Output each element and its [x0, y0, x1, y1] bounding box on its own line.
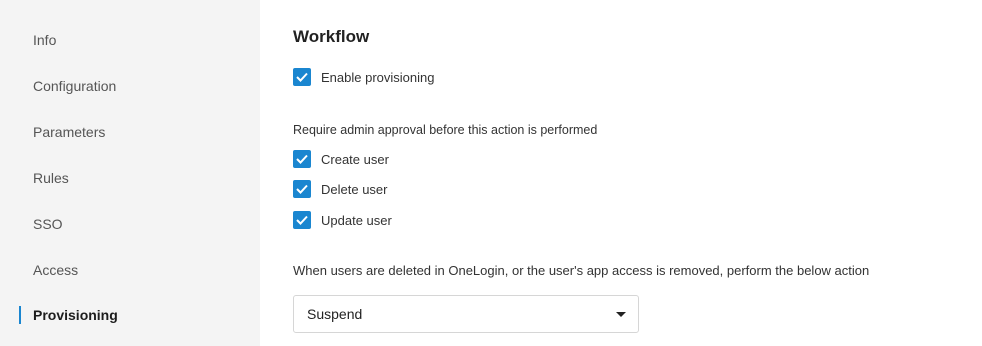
delete-user-checkbox[interactable]: Delete user: [293, 179, 387, 199]
sidebar-item-parameters[interactable]: Parameters: [33, 124, 105, 140]
checkbox-label: Update user: [321, 212, 392, 228]
sidebar: Info Configuration Parameters Rules SSO …: [0, 0, 260, 346]
update-user-checkbox[interactable]: Update user: [293, 210, 392, 230]
sidebar-item-access[interactable]: Access: [33, 262, 78, 278]
sidebar-item-info[interactable]: Info: [33, 32, 56, 48]
sidebar-item-provisioning[interactable]: Provisioning: [33, 307, 118, 323]
check-icon: [293, 150, 311, 168]
enable-provisioning-checkbox[interactable]: Enable provisioning: [293, 67, 434, 87]
sidebar-item-sso[interactable]: SSO: [33, 216, 63, 232]
page-title: Workflow: [293, 27, 370, 46]
check-icon: [293, 68, 311, 86]
sidebar-item-configuration[interactable]: Configuration: [33, 78, 116, 94]
checkbox-label: Create user: [321, 151, 389, 167]
active-indicator: [19, 306, 21, 324]
check-icon: [293, 180, 311, 198]
check-icon: [293, 211, 311, 229]
app-window: Info Configuration Parameters Rules SSO …: [0, 0, 982, 346]
deletion-action-select[interactable]: Suspend: [293, 295, 639, 333]
checkbox-label: Enable provisioning: [321, 69, 435, 85]
create-user-checkbox[interactable]: Create user: [293, 149, 389, 169]
select-value: Suspend: [307, 306, 363, 322]
sidebar-item-rules[interactable]: Rules: [33, 170, 69, 186]
deletion-action-description: When users are deleted in OneLogin, or t…: [293, 263, 870, 278]
checkbox-label: Delete user: [321, 181, 388, 197]
approval-description: Require admin approval before this actio…: [293, 123, 598, 137]
chevron-down-icon: [616, 312, 626, 317]
main-panel: Workflow Enable provisioning Require adm…: [260, 0, 982, 346]
